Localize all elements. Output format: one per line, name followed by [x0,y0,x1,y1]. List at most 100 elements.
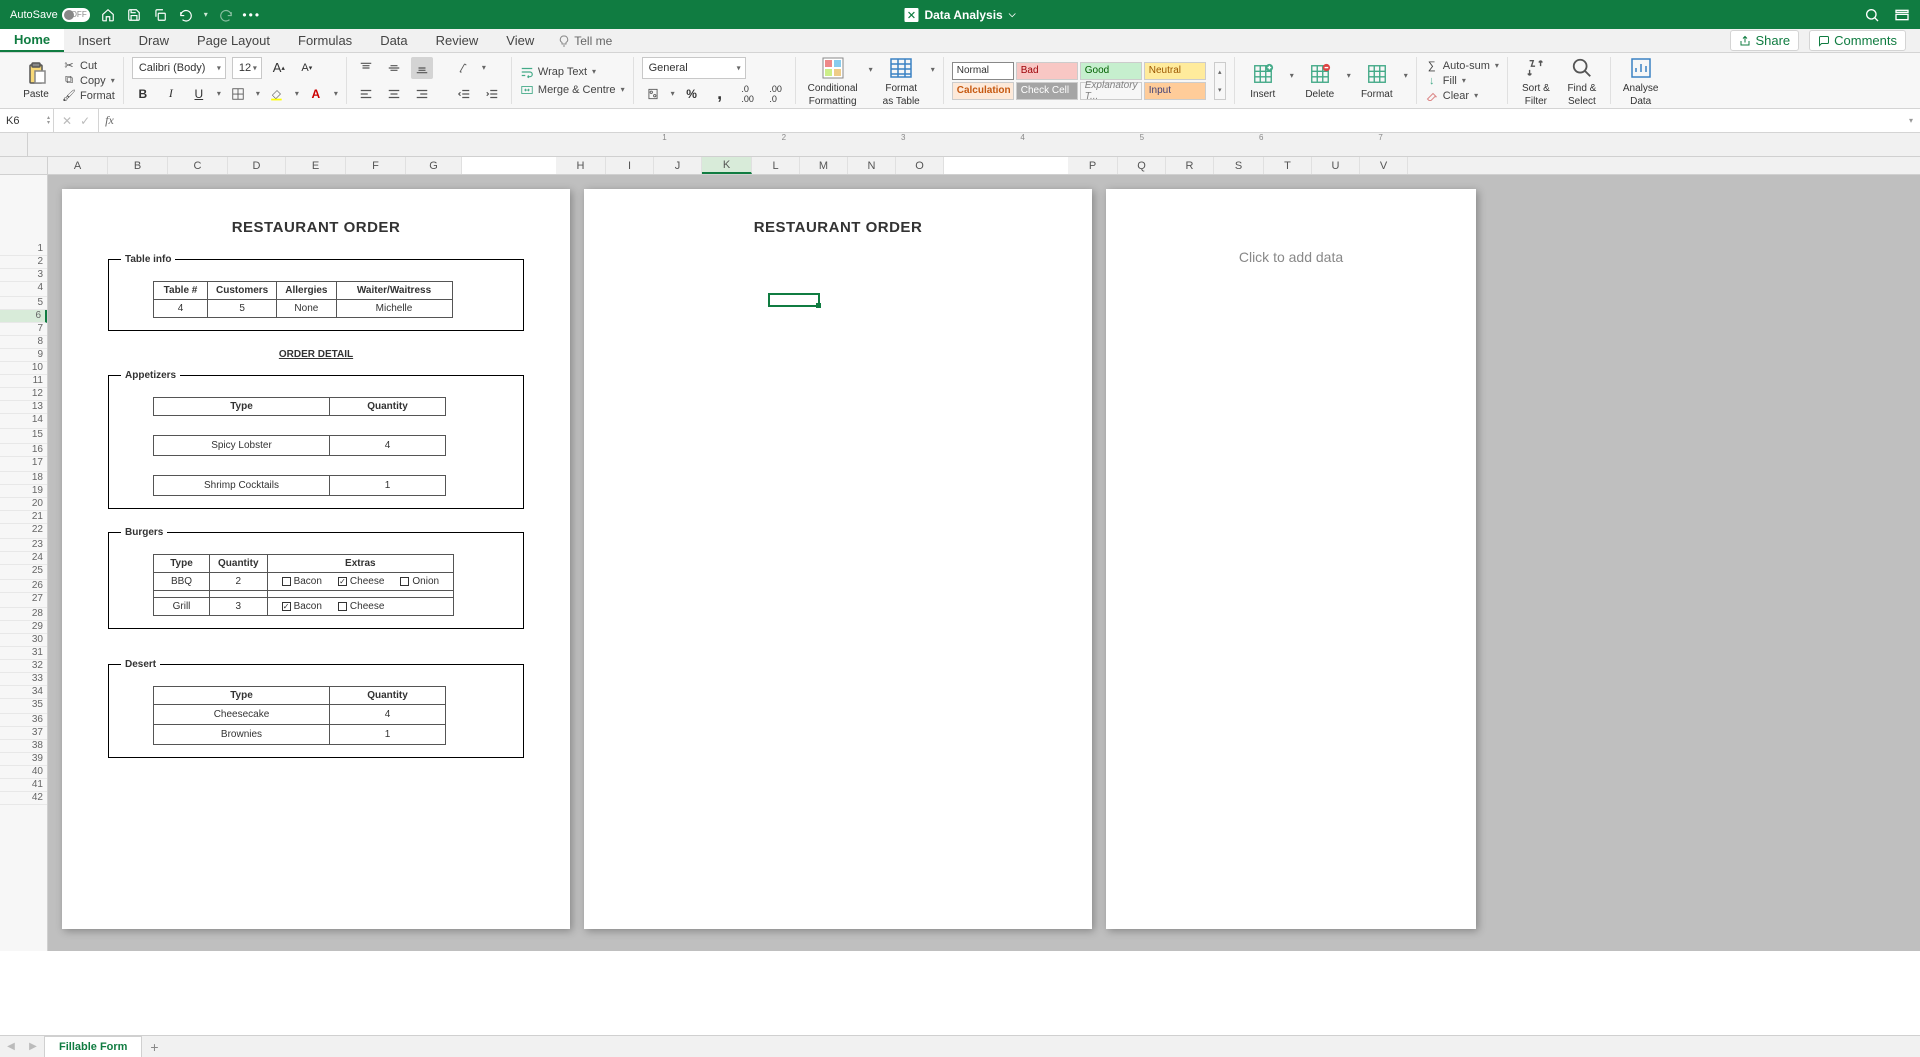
sheet-nav-next[interactable]: ▶ [29,1041,37,1052]
row-header-5[interactable]: 5 [0,297,47,310]
ribbon-options-icon[interactable] [1894,7,1910,23]
row-header-12[interactable]: 12 [0,388,47,401]
number-format-combo[interactable]: General▾ [642,57,746,79]
tab-view[interactable]: View [492,29,548,52]
tab-insert[interactable]: Insert [64,29,125,52]
row-header-2[interactable]: 2 [0,256,47,269]
column-header-O[interactable]: O [896,157,944,174]
duplicate-icon[interactable] [152,7,168,23]
row-header-4[interactable]: 4 [0,282,47,297]
format-painter-button[interactable]: 🖌Format [62,89,115,103]
cell-style-explanatory[interactable]: Explanatory T... [1080,82,1142,100]
format-cells-button[interactable]: Format [1357,61,1397,100]
row-header-39[interactable]: 39 [0,753,47,766]
row-header-16[interactable]: 16 [0,444,47,457]
conditional-formatting-button[interactable]: ConditionalFormatting [804,55,862,107]
align-center-button[interactable] [383,83,405,105]
row-header-20[interactable]: 20 [0,498,47,511]
row-header-34[interactable]: 34 [0,686,47,699]
row-header-26[interactable]: 26 [0,580,47,593]
column-header-Q[interactable]: Q [1118,157,1166,174]
cell-style-check[interactable]: Check Cell [1016,82,1078,100]
font-size-combo[interactable]: 12▾ [232,57,262,79]
row-header-22[interactable]: 22 [0,524,47,539]
row-header-40[interactable]: 40 [0,766,47,779]
column-header-P[interactable]: P [1068,157,1118,174]
row-header-38[interactable]: 38 [0,740,47,753]
sheet-tab-fillable-form[interactable]: Fillable Form [44,1036,142,1057]
extra-onion-checkbox[interactable]: Onion [400,576,439,587]
row-header-29[interactable]: 29 [0,621,47,634]
find-select-button[interactable]: Find &Select [1562,55,1602,107]
row-header-7[interactable]: 7 [0,323,47,336]
row-header-28[interactable]: 28 [0,608,47,621]
underline-button[interactable]: U [188,83,210,105]
borders-button[interactable] [227,83,249,105]
share-button[interactable]: Share [1730,30,1799,51]
extra-cheese-checkbox[interactable]: Cheese [338,601,384,612]
cell-style-calculation[interactable]: Calculation [952,82,1014,100]
column-header-J[interactable]: J [654,157,702,174]
decrease-decimal-button[interactable]: .00.0 [765,83,787,105]
row-header-11[interactable]: 11 [0,375,47,388]
enter-icon[interactable]: ✓ [80,114,90,128]
cell-style-normal[interactable]: Normal [952,62,1014,80]
align-middle-button[interactable] [383,57,405,79]
column-header-T[interactable]: T [1264,157,1312,174]
row-header-14[interactable]: 14 [0,414,47,429]
analyse-data-pane[interactable]: Click to add data [1106,189,1476,929]
column-header-U[interactable]: U [1312,157,1360,174]
increase-indent-button[interactable] [481,83,503,105]
cancel-icon[interactable]: ✕ [62,114,72,128]
row-header-18[interactable]: 18 [0,472,47,485]
extra-bacon-checkbox[interactable]: ✓Bacon [282,601,322,612]
row-header-17[interactable]: 17 [0,457,47,472]
extra-cheese-checkbox[interactable]: ✓Cheese [338,576,384,587]
row-header-30[interactable]: 30 [0,634,47,647]
row-header-9[interactable]: 9 [0,349,47,362]
row-header-41[interactable]: 41 [0,779,47,792]
align-left-button[interactable] [355,83,377,105]
cell-style-neutral[interactable]: Neutral [1144,62,1206,80]
accounting-button[interactable] [642,83,664,105]
column-header-I[interactable]: I [606,157,654,174]
add-sheet-button[interactable]: + [142,1039,166,1055]
column-header-F[interactable]: F [346,157,406,174]
tab-data[interactable]: Data [366,29,421,52]
autosave-toggle[interactable]: AutoSave OFF [10,8,90,22]
row-header-3[interactable]: 3 [0,269,47,282]
home-icon[interactable] [100,7,116,23]
expand-formula-bar[interactable]: ▾ [1902,116,1920,125]
column-header-L[interactable]: L [752,157,800,174]
column-header-V[interactable]: V [1360,157,1408,174]
align-right-button[interactable] [411,83,433,105]
comments-button[interactable]: Comments [1809,30,1906,51]
row-header-42[interactable]: 42 [0,792,47,805]
save-icon[interactable] [126,7,142,23]
cell-style-input[interactable]: Input [1144,82,1206,100]
extra-bacon-checkbox[interactable]: Bacon [282,576,322,587]
tab-home[interactable]: Home [0,29,64,52]
fill-handle[interactable] [816,303,821,308]
row-header-27[interactable]: 27 [0,593,47,608]
row-header-6[interactable]: 6 [0,310,47,323]
row-header-33[interactable]: 33 [0,673,47,686]
paste-button[interactable]: Paste [16,61,56,100]
column-header-K[interactable]: K [702,157,752,174]
tab-page-layout[interactable]: Page Layout [183,29,284,52]
row-header-19[interactable]: 19 [0,485,47,498]
cell-style-bad[interactable]: Bad [1016,62,1078,80]
row-header-15[interactable]: 15 [0,429,47,444]
row-header-23[interactable]: 23 [0,539,47,552]
row-header-13[interactable]: 13 [0,401,47,414]
undo-icon[interactable] [178,7,194,23]
percent-button[interactable]: % [681,83,703,105]
more-icon[interactable]: ••• [244,7,260,23]
search-icon[interactable] [1864,7,1880,23]
column-header-A[interactable]: A [48,157,108,174]
formula-input[interactable] [120,109,1902,132]
row-header-24[interactable]: 24 [0,552,47,565]
bold-button[interactable]: B [132,83,154,105]
italic-button[interactable]: I [160,83,182,105]
row-header-8[interactable]: 8 [0,336,47,349]
